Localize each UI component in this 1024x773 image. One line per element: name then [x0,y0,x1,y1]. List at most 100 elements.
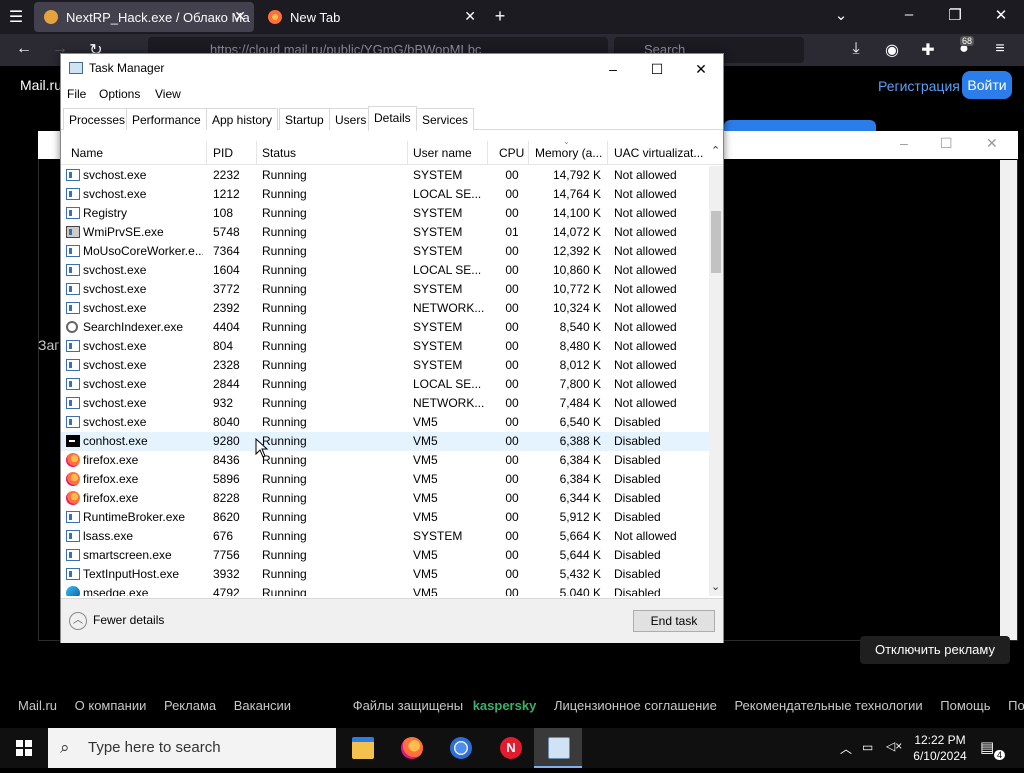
tab-startup[interactable]: Startup [279,108,330,130]
close-tab-icon[interactable]: ✕ [464,8,476,25]
cell-cpu: 00 [505,282,519,296]
footer-link[interactable]: Mail.ru [18,698,57,713]
footer-link[interactable]: Лицензионное соглашение [554,698,717,713]
tab-processes[interactable]: Processes [63,108,132,130]
clock[interactable]: 12:22 PM 6/10/2024 [908,732,972,764]
site-logo[interactable]: Mail.ru [20,77,62,93]
taskbar-task-manager[interactable] [534,728,582,768]
end-task-button[interactable]: End task [633,610,715,632]
task-manager-icon [548,737,570,759]
tab-services[interactable]: Services [416,108,475,130]
tab-performance[interactable]: Performance [126,108,207,130]
tab-users[interactable]: Users [329,108,373,130]
close-tab-icon[interactable]: ✕ [234,8,246,25]
browser-tab-active[interactable]: NextRP_Hack.exe / Облако Ма ✕ [34,2,254,32]
close-icon[interactable]: ✕ [679,58,723,80]
tab-details[interactable]: Details [368,106,417,131]
cell-uac: Disabled [614,453,661,467]
taskbar-browser[interactable] [436,728,484,768]
tab-list-icon[interactable]: ☰ [6,7,26,27]
maximize-icon[interactable]: ☐ [940,135,953,152]
column-header-pid[interactable]: PID [213,146,233,160]
taskbar-search[interactable]: ⌕ Type here to search [48,728,336,768]
notification-icon[interactable]: ▤ [980,738,994,756]
table-row[interactable]: svchost.exe 2392 Running NETWORK... 00 10,324… [61,299,709,318]
disable-ads-button[interactable]: Отключить рекламу [860,636,1010,664]
fewer-details-toggle[interactable]: ︿ Fewer details [69,612,164,630]
table-row[interactable]: smartscreen.exe 7756 Running VM5 00 5,644 K Di… [61,546,709,565]
table-row[interactable]: svchost.exe 2328 Running SYSTEM 00 8,012 K Not… [61,356,709,375]
app-menu-icon[interactable]: ≡ [990,40,1010,58]
menu-view[interactable]: View [155,87,181,101]
network-icon[interactable]: ▭ [862,740,873,754]
footer-link[interactable]: О компании [75,698,147,713]
column-header-user[interactable]: User name [413,146,472,160]
cell-name: svchost.exe [83,263,147,277]
footer-link[interactable]: Рекомендательные технологии [734,698,922,713]
extensions-icon[interactable]: ✚ [918,40,938,60]
table-row[interactable]: lsass.exe 676 Running SYSTEM 00 5,664 K Not al… [61,527,709,546]
start-button[interactable] [0,728,48,768]
column-header-name[interactable]: Name [71,146,103,160]
cell-uac: Not allowed [614,377,677,391]
background-scrollbar[interactable] [1000,160,1017,640]
register-link[interactable]: Регистрация [878,78,960,94]
volume-muted-icon[interactable]: ◁× [886,739,902,753]
table-row[interactable]: RuntimeBroker.exe 8620 Running VM5 00 5,912 K… [61,508,709,527]
task-manager-titlebar[interactable]: Task Manager – ☐ ✕ [61,54,723,84]
restore-icon[interactable]: ❐ [940,6,970,24]
cell-name: svchost.exe [83,377,147,391]
column-header-uac[interactable]: UAC virtualizat... [614,146,704,160]
login-button[interactable]: Войти [962,71,1012,99]
table-row[interactable]: firefox.exe 8228 Running VM5 00 6,344 K Disabl… [61,489,709,508]
minimize-icon[interactable]: – [894,6,924,23]
chevron-up-icon[interactable]: ︿ [840,740,852,757]
minimize-icon[interactable]: – [900,135,908,151]
table-row[interactable]: firefox.exe 5896 Running VM5 00 6,384 K Disabl… [61,470,709,489]
table-row[interactable]: conhost.exe 9280 Running VM5 00 6,388 K Disabl… [61,432,709,451]
table-row[interactable]: svchost.exe 3772 Running SYSTEM 00 10,772 K No… [61,280,709,299]
table-row[interactable]: svchost.exe 804 Running SYSTEM 00 8,480 K Not … [61,337,709,356]
table-row[interactable]: svchost.exe 932 Running NETWORK... 00 7,484 K… [61,394,709,413]
footer-link[interactable]: Помощь [940,698,990,713]
column-header-memory[interactable]: Memory (a... [535,146,605,160]
table-row[interactable]: WmiPrvSE.exe 5748 Running SYSTEM 01 14,072 K N… [61,223,709,242]
back-icon[interactable]: ← [14,40,34,58]
table-row[interactable]: svchost.exe 1212 Running LOCAL SE... 00 14,76… [61,185,709,204]
table-row[interactable]: TextInputHost.exe 3932 Running VM5 00 5,432 K… [61,565,709,584]
downloads-icon[interactable]: ⤓ [846,40,866,58]
footer-link[interactable]: Пожалов [1008,698,1024,713]
scroll-down-arrow-icon[interactable]: ⌄ [711,580,720,593]
taskbar-file-explorer[interactable] [338,728,386,768]
table-row[interactable]: svchost.exe 1604 Running LOCAL SE... 00 10,86… [61,261,709,280]
table-row[interactable]: Registry 108 Running SYSTEM 00 14,100 K Not al… [61,204,709,223]
table-row[interactable]: svchost.exe 2232 Running SYSTEM 00 14,792 K No… [61,166,709,185]
table-row[interactable]: svchost.exe 8040 Running VM5 00 6,540 K Disabl… [61,413,709,432]
menu-file[interactable]: File [67,87,86,101]
tab-app-history[interactable]: App history [206,108,279,130]
footer-link[interactable]: Реклама [164,698,216,713]
taskbar-news-app[interactable]: N [486,728,534,768]
process-icon [66,549,80,561]
close-window-icon[interactable]: ✕ [986,6,1016,24]
scroll-up-arrow-icon[interactable]: ⌃ [711,144,720,157]
menu-options[interactable]: Options [99,87,140,101]
tab-overflow-chevron-icon[interactable]: ⌄ [826,6,856,24]
column-header-status[interactable]: Status [262,146,296,160]
scrollbar-thumb[interactable] [711,211,721,273]
table-row[interactable]: MoUsoCoreWorker.e... 7364 Running SYSTEM 00 1… [61,242,709,261]
maximize-icon[interactable]: ☐ [635,58,679,80]
column-header-cpu[interactable]: CPU [499,146,524,160]
table-row[interactable]: svchost.exe 2844 Running LOCAL SE... 00 7,800… [61,375,709,394]
minimize-icon[interactable]: – [591,58,635,80]
taskbar-firefox[interactable] [387,728,435,768]
close-icon[interactable]: ✕ [986,135,998,152]
footer-link[interactable]: Вакансии [234,698,291,713]
table-row[interactable]: msedge.exe 4792 Running VM5 00 5,040 K Disable… [61,584,709,596]
cell-name: firefox.exe [83,491,139,505]
account-icon[interactable]: ◉ [882,40,902,60]
table-row[interactable]: firefox.exe 8436 Running VM5 00 6,384 K Disabl… [61,451,709,470]
browser-tab[interactable]: New Tab ✕ [258,2,484,32]
new-tab-icon[interactable]: + [490,6,510,27]
table-row[interactable]: SearchIndexer.exe 4404 Running SYSTEM 00 8,54… [61,318,709,337]
